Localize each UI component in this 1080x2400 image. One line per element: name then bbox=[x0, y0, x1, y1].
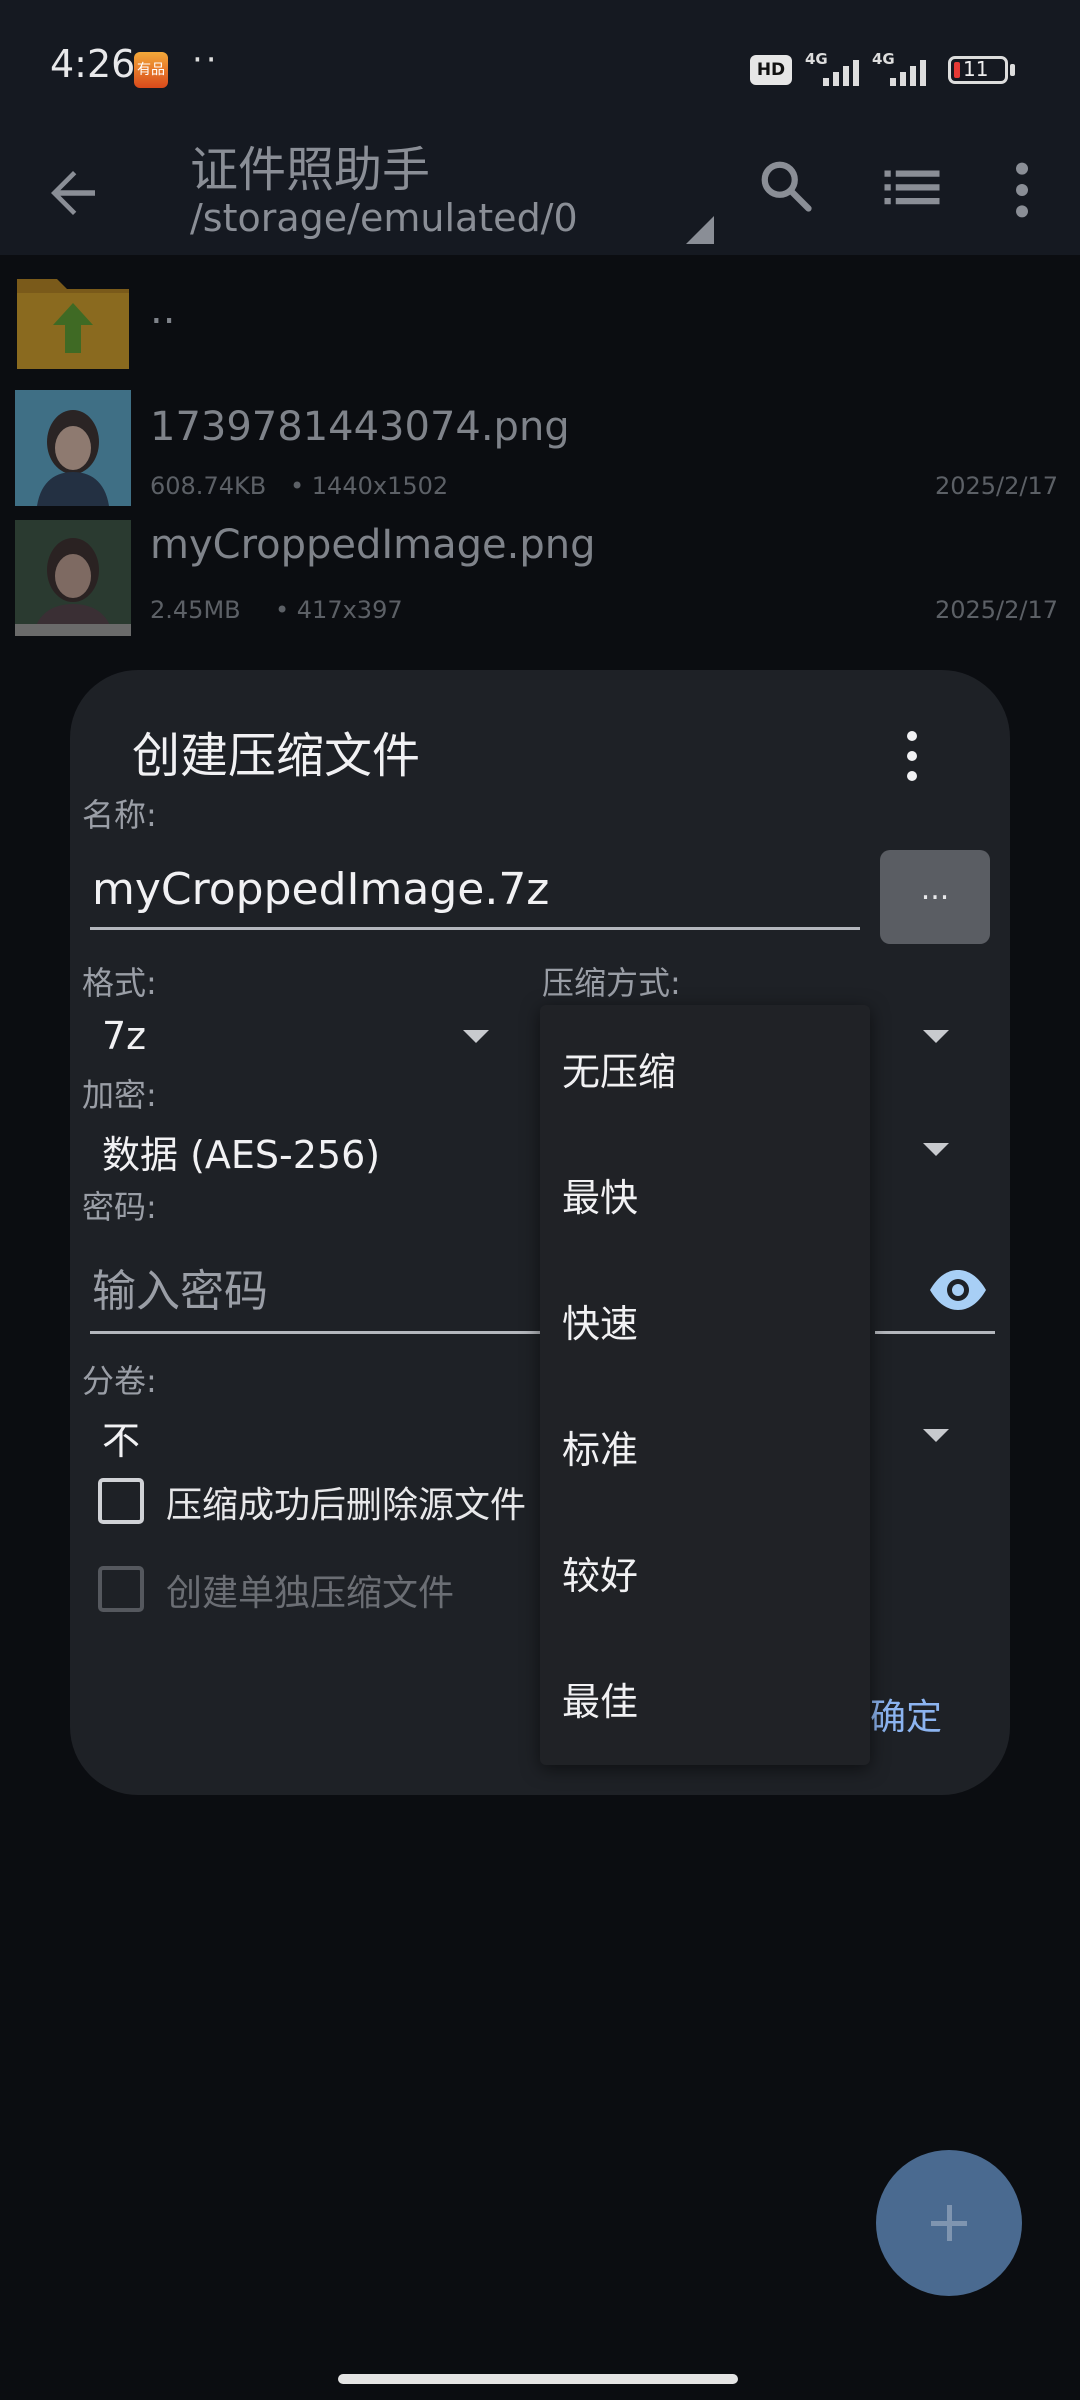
menu-item-normal[interactable]: 标准 bbox=[562, 1419, 638, 1474]
battery-icon: 11 bbox=[948, 56, 1008, 84]
menu-item-fast[interactable]: 快速 bbox=[562, 1293, 638, 1348]
file-name: 1739781443074.png bbox=[150, 404, 570, 450]
archive-name-input[interactable]: myCroppedImage.7z bbox=[90, 850, 860, 930]
browse-button[interactable]: ... bbox=[880, 850, 990, 944]
ok-button[interactable]: 确定 bbox=[870, 1688, 942, 1740]
delete-source-label: 压缩成功后删除源文件 bbox=[166, 1485, 527, 1526]
format-dropdown-icon[interactable] bbox=[463, 1030, 489, 1043]
file-date: 2025/2/17 bbox=[934, 472, 1058, 500]
status-time: 4:26 bbox=[50, 42, 136, 86]
list-view-icon[interactable] bbox=[880, 158, 944, 218]
file-dimensions: • 1440x1502 bbox=[290, 472, 449, 500]
add-fab-button[interactable] bbox=[876, 2150, 1022, 2296]
menu-item-best[interactable]: 最佳 bbox=[562, 1671, 638, 1726]
search-icon[interactable] bbox=[756, 156, 816, 216]
encryption-label: 加密: bbox=[82, 1076, 157, 1114]
signal-icon-1: 4G bbox=[805, 50, 865, 90]
list-item-parent[interactable]: .. bbox=[0, 263, 1080, 393]
file-dimensions: • 417x397 bbox=[275, 596, 403, 624]
compression-label: 压缩方式: bbox=[542, 964, 681, 1002]
file-name: myCroppedImage.png bbox=[150, 522, 596, 568]
password-input[interactable]: 输入密码 bbox=[90, 1250, 560, 1334]
delete-source-checkbox[interactable] bbox=[98, 1478, 144, 1524]
current-path[interactable]: /storage/emulated/0 bbox=[190, 196, 578, 240]
separate-archive-checkbox bbox=[98, 1566, 144, 1612]
file-name: .. bbox=[150, 287, 176, 333]
dialog-overflow-icon[interactable] bbox=[900, 726, 924, 786]
overflow-menu-icon[interactable] bbox=[1004, 158, 1040, 222]
battery-level: 11 bbox=[963, 57, 989, 81]
compression-dropdown-icon[interactable] bbox=[923, 1030, 949, 1043]
format-select[interactable]: 7z bbox=[102, 1014, 146, 1058]
image-thumbnail bbox=[15, 390, 131, 506]
split-dropdown-icon[interactable] bbox=[923, 1429, 949, 1442]
compression-method-menu: 无压缩 最快 快速 标准 较好 最佳 bbox=[540, 1005, 870, 1765]
file-date: 2025/2/17 bbox=[934, 596, 1058, 624]
password-label: 密码: bbox=[82, 1188, 157, 1226]
encryption-select[interactable]: 数据 (AES-256) bbox=[102, 1124, 380, 1179]
encryption-dropdown-icon[interactable] bbox=[923, 1143, 949, 1156]
parent-folder-icon bbox=[17, 279, 129, 369]
menu-item-better[interactable]: 较好 bbox=[562, 1545, 638, 1600]
app-badge-icon: 有品 bbox=[134, 52, 168, 88]
hd-voice-icon: HD bbox=[750, 55, 792, 85]
menu-item-no-compression[interactable]: 无压缩 bbox=[562, 1041, 676, 1096]
split-select[interactable]: 不 bbox=[102, 1410, 140, 1465]
list-item-file[interactable]: 1739781443074.png 608.74KB • 1440x1502 2… bbox=[0, 390, 1080, 520]
status-bar: 4:26 有品 ·· HD 4G 4G 11 bbox=[0, 0, 1080, 130]
notification-dots: ·· bbox=[192, 40, 220, 80]
file-size: 2.45MB bbox=[150, 596, 241, 624]
list-item-file[interactable]: myCroppedImage.png 2.45MB • 417x397 2025… bbox=[0, 520, 1080, 650]
split-label: 分卷: bbox=[82, 1362, 157, 1400]
toolbar-title: 证件照助手 bbox=[190, 142, 431, 198]
image-thumbnail bbox=[15, 520, 131, 636]
plus-icon bbox=[931, 2205, 967, 2241]
app-toolbar: 证件照助手 /storage/emulated/0 bbox=[0, 130, 1080, 255]
gesture-nav-bar[interactable] bbox=[338, 2374, 738, 2384]
menu-item-fastest[interactable]: 最快 bbox=[562, 1167, 638, 1222]
dialog-title: 创建压缩文件 bbox=[132, 728, 421, 784]
path-dropdown-corner-icon[interactable] bbox=[686, 216, 714, 244]
name-label: 名称: bbox=[82, 796, 157, 834]
back-arrow-icon[interactable] bbox=[40, 160, 106, 226]
show-password-eye-icon[interactable] bbox=[928, 1266, 988, 1314]
format-label: 格式: bbox=[82, 964, 157, 1002]
file-size: 608.74KB bbox=[150, 472, 267, 500]
signal-icon-2: 4G bbox=[872, 50, 932, 90]
separate-archive-label: 创建单独压缩文件 bbox=[166, 1573, 455, 1614]
